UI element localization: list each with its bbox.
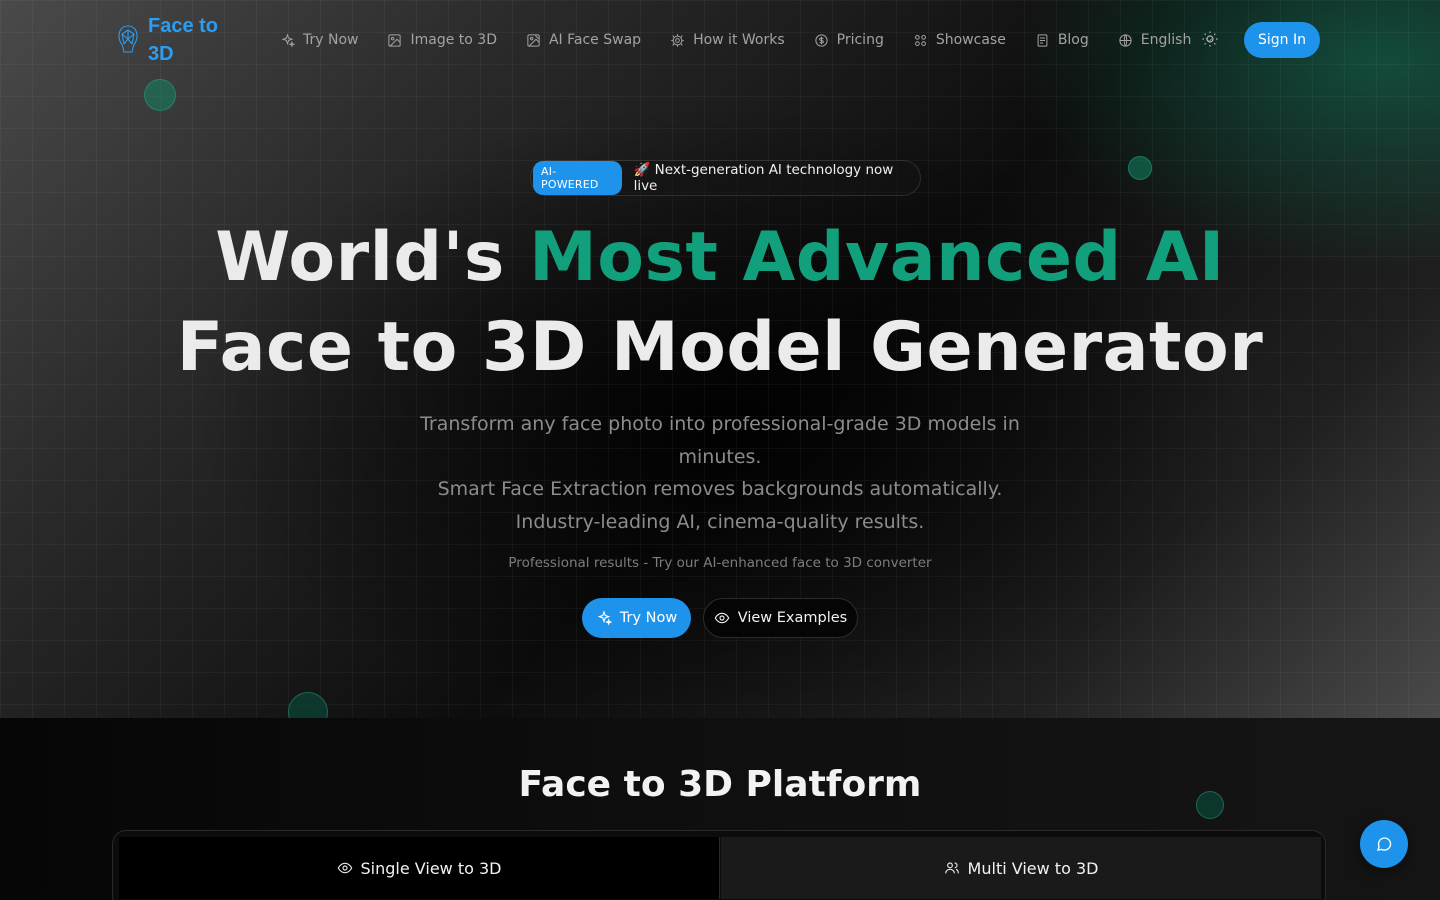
view-examples-label: View Examples [737,610,848,626]
nav-item-label: Showcase [935,32,1006,48]
platform-title: Face to 3D Platform [518,764,922,805]
nav-item-label: Blog [1057,32,1089,48]
headline-accent: Most Advanced AI [529,218,1225,297]
nav-links: Try Now Image to 3D AI Face Swap How it … [280,28,1215,52]
hero-section: AI-POWERED 🚀 Next-generation AI technolo… [0,0,1440,718]
nav-item-label: Try Now [303,32,359,48]
top-navigation: Face to 3D Try Now Image to 3D AI Face S… [0,0,1440,80]
sparkles-icon [281,32,295,48]
image-edit-icon [527,33,540,47]
subtitle-line-1: Transform any face photo into profession… [420,413,1020,468]
tab-label: Multi View to 3D [967,858,1099,878]
ai-powered-pill: AI-POWERED [533,161,622,195]
headline-line-1: World's Most Advanced AI [0,218,1440,297]
gear-icon [671,33,684,47]
globe-icon [1119,33,1132,47]
nav-item-label: How it Works [693,32,785,48]
users-icon [944,862,959,874]
eye-icon [337,862,352,874]
chat-support-button[interactable] [1360,820,1408,868]
announcement-badge: AI-POWERED 🚀 Next-generation AI technolo… [530,160,921,196]
try-now-button[interactable]: Try Now [582,598,691,638]
brand-name-line2: 3D [148,43,174,65]
hero-note: Professional results - Try our AI-enhanc… [508,555,932,571]
face-mesh-icon [118,25,138,53]
nav-item-ai-face-swap[interactable]: AI Face Swap [526,28,641,52]
brand-name-line1: Face to [148,15,219,37]
sparkles-icon [597,610,612,626]
view-examples-button[interactable]: View Examples [703,598,858,638]
view-mode-tabs: Single View to 3D Multi View to 3D [112,830,1326,900]
dollar-circle-icon [815,33,828,47]
language-label: English [1140,32,1192,48]
decorative-dot [144,79,176,111]
nav-item-try-now[interactable]: Try Now [280,28,358,52]
document-icon [1037,33,1048,47]
nav-item-how-it-works[interactable]: How it Works [670,28,785,52]
brand-logo[interactable]: Face to 3D [116,12,228,68]
tab-multi-view[interactable]: Multi View to 3D [721,837,1321,899]
headline-part1: World's [215,218,530,297]
sun-icon [1202,31,1218,47]
theme-toggle[interactable] [1201,30,1221,50]
image-icon [388,33,402,47]
try-now-label: Try Now [619,610,678,626]
nav-item-label: AI Face Swap [548,32,642,48]
nav-item-label: Image to 3D [410,32,497,48]
sign-in-button[interactable]: Sign In [1244,22,1320,58]
tab-single-view[interactable]: Single View to 3D [119,837,720,899]
nav-item-pricing[interactable]: Pricing [814,28,884,52]
decorative-dot [1128,156,1152,180]
nav-item-label: Pricing [836,32,884,48]
grid-icon [914,34,926,46]
eye-icon [714,612,730,624]
headline-line-2: Face to 3D Model Generator [176,308,1264,387]
subtitle-line-2: Smart Face Extraction removes background… [437,478,1003,533]
brand-name: Face to 3D [148,12,228,68]
nav-item-image-to-3d[interactable]: Image to 3D [387,28,497,52]
nav-item-blog[interactable]: Blog [1035,28,1089,52]
announcement-text: 🚀 Next-generation AI technology now live [633,162,894,194]
chat-bubble-icon [1377,837,1392,851]
tab-label: Single View to 3D [360,858,502,878]
nav-item-showcase[interactable]: Showcase [913,28,1006,52]
